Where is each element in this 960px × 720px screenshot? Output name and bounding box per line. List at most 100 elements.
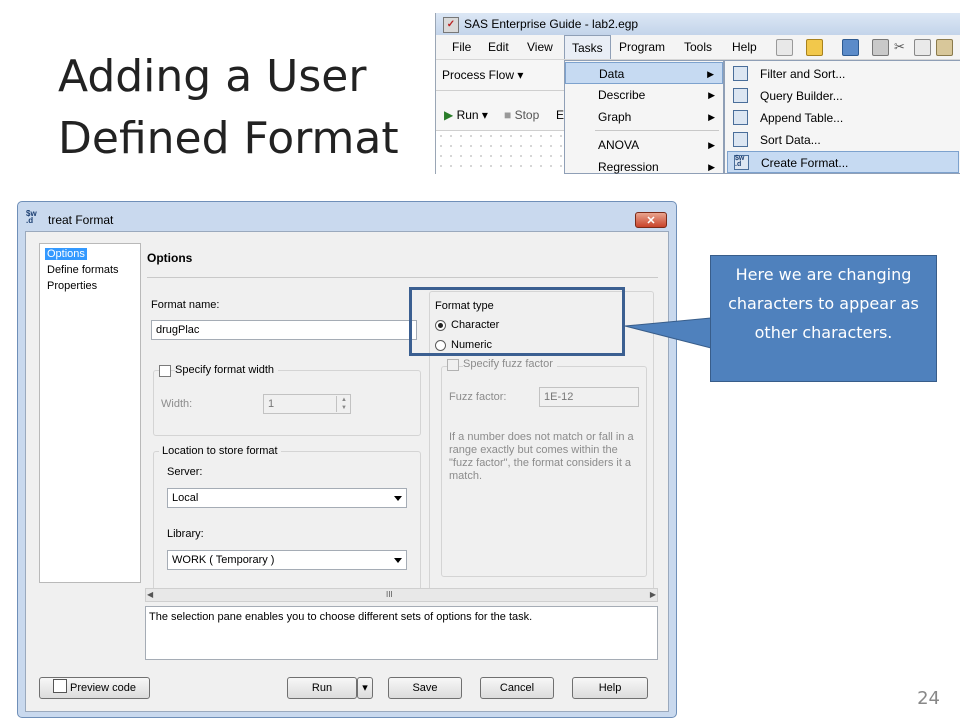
fuzz-factor-checkbox-label: Specify fuzz factor xyxy=(463,358,557,370)
close-button[interactable]: ✕ xyxy=(635,212,667,228)
eg-menu-bar: File Edit View Tasks Program Tools Help … xyxy=(436,35,960,60)
server-label: Server: xyxy=(167,466,203,478)
nav-item-properties[interactable]: Properties xyxy=(45,280,99,292)
description-pane: The selection pane enables you to choose… xyxy=(145,606,658,660)
open-folder-icon[interactable] xyxy=(806,39,823,56)
tasks-menu-item-anova[interactable]: ANOVA ▶ xyxy=(565,134,723,156)
tasks-menu-item-describe[interactable]: Describe ▶ xyxy=(565,84,723,106)
tasks-menu-item-data[interactable]: Data ▶ xyxy=(565,62,723,84)
library-select[interactable]: WORK ( Temporary ) xyxy=(167,550,407,570)
menu-file[interactable]: File xyxy=(452,40,471,54)
library-label: Library: xyxy=(167,528,204,540)
nav-item-options[interactable]: Options xyxy=(45,248,87,260)
callout-box: Here we are changing characters to appea… xyxy=(710,255,937,382)
menu-program[interactable]: Program xyxy=(619,40,665,54)
server-value: Local xyxy=(172,492,199,504)
process-flow-canvas[interactable] xyxy=(436,130,566,174)
toolbar-divider xyxy=(436,90,566,91)
horizontal-scrollbar[interactable]: ◀ III ▶ xyxy=(145,588,658,602)
slide-title-line2: Defined Format xyxy=(58,113,399,164)
help-button[interactable]: Help xyxy=(572,677,648,699)
submenu-arrow-icon: ▶ xyxy=(708,90,715,100)
tasks-menu-item-regression[interactable]: Regression ▶ xyxy=(565,156,723,174)
format-type-highlight xyxy=(409,287,625,356)
sas-app-icon: ✓ xyxy=(443,17,459,33)
menu-help[interactable]: Help xyxy=(732,40,757,54)
format-icon: $w .d xyxy=(26,209,37,225)
slide-title-line1: Adding a User xyxy=(58,51,367,102)
pane-title: Options xyxy=(147,251,193,265)
create-format-icon: $w .d xyxy=(734,155,749,170)
width-label: Width: xyxy=(161,398,193,410)
menu-tools[interactable]: Tools xyxy=(684,40,712,54)
submenu-arrow-icon: ▶ xyxy=(708,112,715,122)
process-flow-dropdown[interactable]: Process Flow ▾ xyxy=(442,68,523,82)
submenu-arrow-icon: ▶ xyxy=(707,69,714,79)
scroll-right-icon[interactable]: ▶ xyxy=(650,589,656,601)
cancel-button[interactable]: Cancel xyxy=(480,677,554,699)
fuzz-factor-checkbox[interactable] xyxy=(447,359,459,371)
run-task-button[interactable]: Run xyxy=(287,677,357,699)
menu-item-filter-sort[interactable]: Filter and Sort... xyxy=(727,63,959,85)
format-name-label: Format name: xyxy=(151,299,220,311)
menu-item-append-table[interactable]: Append Table... xyxy=(727,107,959,129)
stop-button[interactable]: ■ Stop xyxy=(504,108,539,122)
nav-item-define-formats[interactable]: Define formats xyxy=(45,264,121,276)
paste-icon[interactable] xyxy=(936,39,953,56)
format-width-checkbox[interactable] xyxy=(159,365,171,377)
pane-divider xyxy=(147,277,658,278)
print-icon[interactable] xyxy=(872,39,889,56)
library-value: WORK ( Temporary ) xyxy=(172,554,275,566)
submenu-arrow-icon: ▶ xyxy=(708,162,715,172)
chevron-down-icon: ▾ xyxy=(362,682,368,694)
run-dropdown-button[interactable]: ▾ xyxy=(357,677,373,699)
menu-edit[interactable]: Edit xyxy=(488,40,509,54)
slide-number: 24 xyxy=(917,688,940,709)
copy-icon[interactable] xyxy=(914,39,931,56)
eg-process-flow-area: Process Flow ▾ ▶ Run ▾ ■ Stop E xyxy=(436,60,566,174)
treat-format-dialog: $w .d treat Format ✕ Options Define forma… xyxy=(17,201,677,718)
query-builder-icon xyxy=(733,88,748,103)
import-icon[interactable] xyxy=(842,39,859,56)
preview-code-button[interactable]: Preview code xyxy=(39,677,150,699)
submenu-arrow-icon: ▶ xyxy=(708,140,715,150)
menu-tasks[interactable]: Tasks xyxy=(564,35,611,59)
dialog-title: treat Format xyxy=(48,213,114,227)
cut-icon[interactable]: ✂ xyxy=(894,39,909,54)
dialog-title-bar: $w .d treat Format ✕ xyxy=(18,202,676,231)
chevron-down-icon xyxy=(394,558,402,563)
data-submenu: Filter and Sort... Query Builder... Appe… xyxy=(724,60,960,174)
run-button[interactable]: ▶ Run ▾ xyxy=(444,108,488,122)
scroll-left-icon[interactable]: ◀ xyxy=(147,589,153,601)
fuzz-factor-label: Fuzz factor: xyxy=(449,391,507,403)
spinner-arrows-icon[interactable]: ▲ ▼ xyxy=(336,396,351,412)
format-name-input[interactable]: drugPlac xyxy=(151,320,417,340)
width-value: 1 xyxy=(268,398,275,410)
scroll-grip[interactable]: III xyxy=(386,589,393,601)
eg-title-bar: ✓ SAS Enterprise Guide - lab2.egp xyxy=(436,13,960,35)
menu-item-sort-data[interactable]: Sort Data... xyxy=(727,129,959,151)
location-legend: Location to store format xyxy=(159,445,281,457)
tasks-menu: Data ▶ Describe ▶ Graph ▶ ANOVA ▶ Regression… xyxy=(564,60,724,174)
append-table-icon xyxy=(733,110,748,125)
tasks-menu-item-graph[interactable]: Graph ▶ xyxy=(565,106,723,128)
fuzz-factor-note: If a number does not match or fall in a … xyxy=(449,431,634,482)
description-text: The selection pane enables you to choose… xyxy=(149,611,533,623)
eg-window-title: SAS Enterprise Guide - lab2.egp xyxy=(464,17,639,31)
close-icon: ✕ xyxy=(646,215,656,227)
selection-pane: Options Define formats Properties xyxy=(39,243,141,583)
server-select[interactable]: Local xyxy=(167,488,407,508)
export-button[interactable]: E xyxy=(556,108,564,122)
menu-item-create-format[interactable]: $w .d Create Format... xyxy=(727,151,959,173)
stop-icon: ■ xyxy=(504,108,512,122)
new-icon[interactable] xyxy=(776,39,793,56)
preview-code-icon xyxy=(52,679,67,693)
save-button[interactable]: Save xyxy=(388,677,462,699)
menu-item-query-builder[interactable]: Query Builder... xyxy=(727,85,959,107)
run-icon: ▶ xyxy=(444,108,454,122)
format-width-checkbox-label: Specify format width xyxy=(175,364,279,376)
menu-view[interactable]: View xyxy=(527,40,553,54)
width-stepper[interactable]: 1 ▲ ▼ xyxy=(263,394,351,414)
fuzz-factor-input[interactable]: 1E-12 xyxy=(539,387,639,407)
chevron-down-icon xyxy=(394,496,402,501)
